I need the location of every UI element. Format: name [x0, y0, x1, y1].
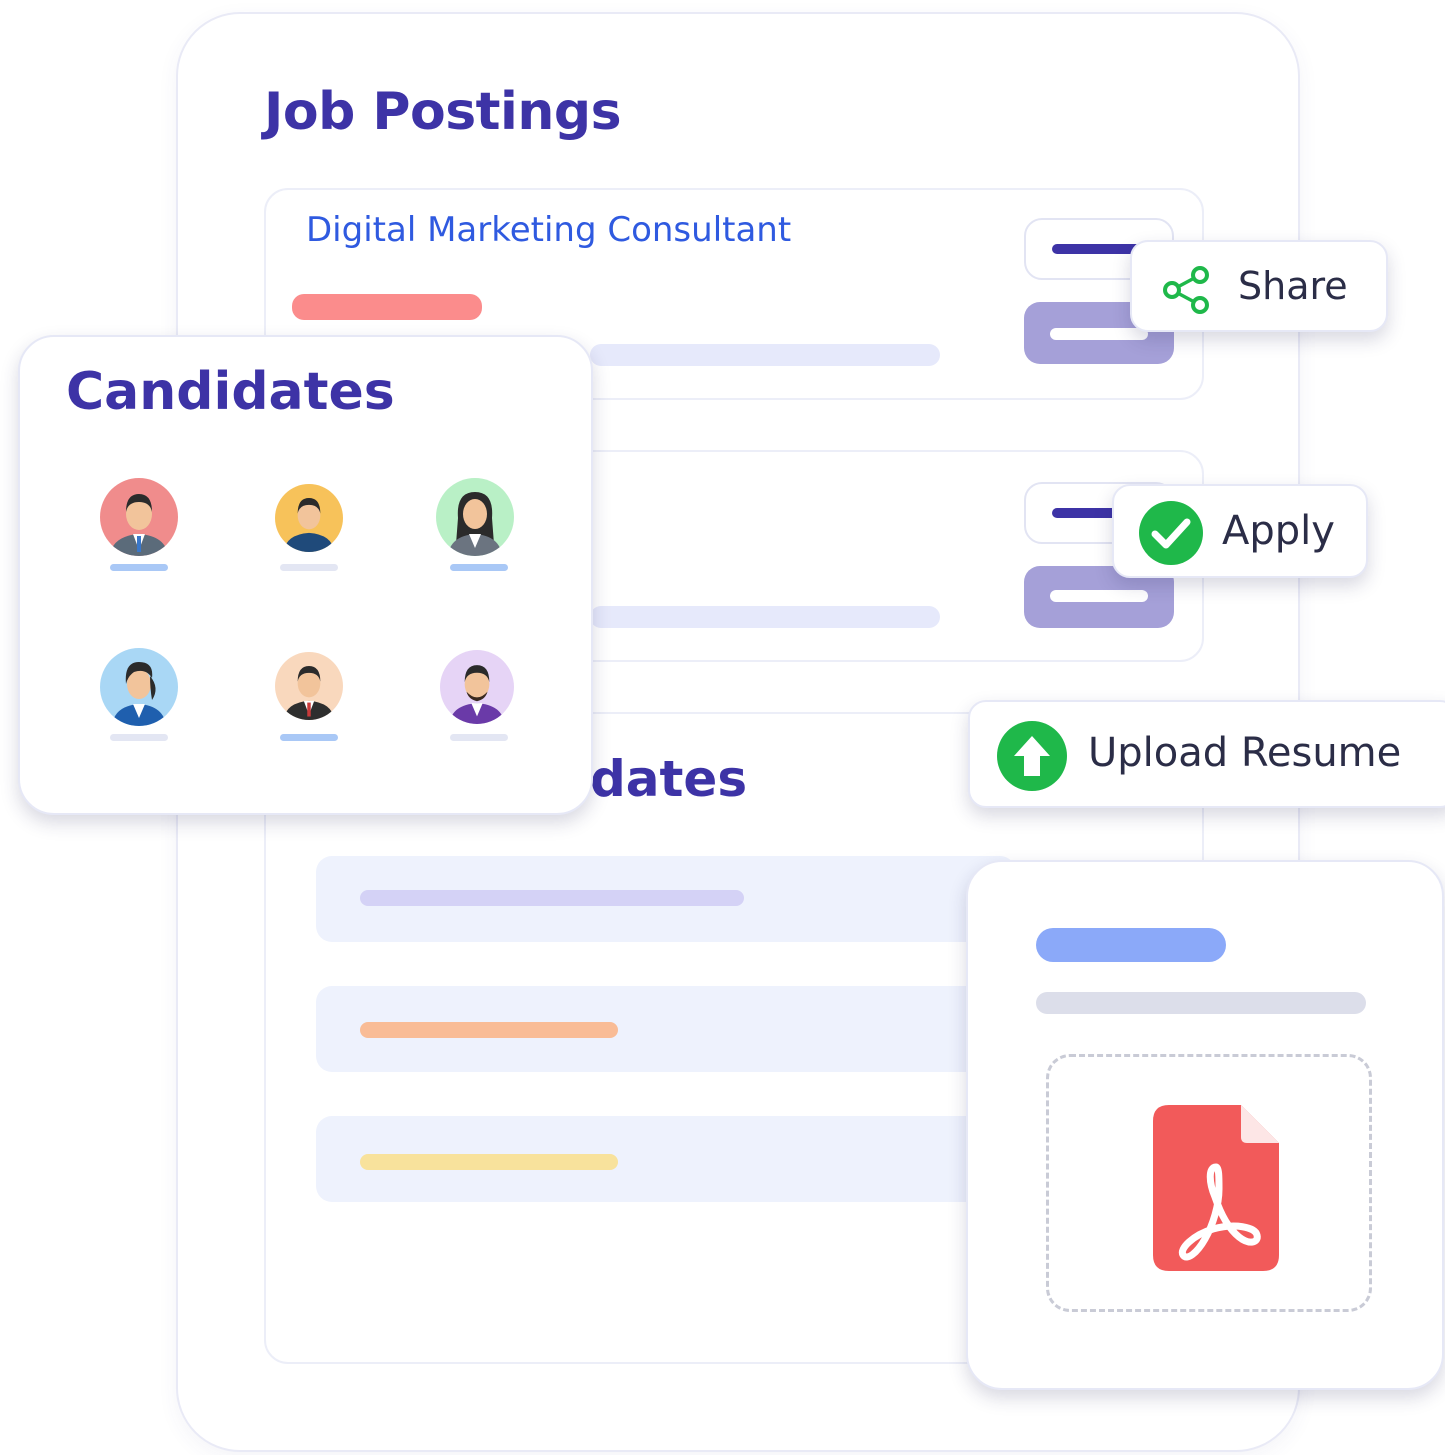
candidate-name-placeholder	[280, 734, 338, 741]
candidates-section-title: dates	[590, 750, 748, 808]
resume-subtitle-placeholder	[1036, 992, 1366, 1014]
candidate-avatar[interactable]	[275, 484, 343, 552]
resume-upload-card	[966, 860, 1444, 1390]
job-posting-title[interactable]: Digital Marketing Consultant	[306, 210, 791, 250]
candidate-row[interactable]	[316, 856, 1016, 942]
share-label: Share	[1238, 264, 1348, 308]
share-icon	[1160, 264, 1212, 316]
candidate-avatar[interactable]	[100, 478, 178, 556]
upload-resume-button[interactable]: Upload Resume	[968, 700, 1445, 808]
pdf-file-icon	[1153, 1105, 1279, 1271]
share-button[interactable]: Share	[1130, 240, 1388, 332]
resume-title-placeholder	[1036, 928, 1226, 962]
posting-tag-placeholder	[292, 294, 482, 320]
upload-resume-label: Upload Resume	[1088, 730, 1402, 776]
candidate-name-placeholder	[450, 564, 508, 571]
candidate-name-placeholder	[110, 734, 168, 741]
candidate-avatar[interactable]	[440, 650, 514, 724]
apply-button[interactable]: Apply	[1112, 484, 1368, 578]
candidates-title: Candidates	[66, 362, 395, 422]
page-title: Job Postings	[264, 82, 622, 142]
candidate-avatar[interactable]	[436, 478, 514, 556]
candidate-row[interactable]	[316, 1116, 1016, 1202]
candidate-name-placeholder	[280, 564, 338, 571]
posting-text-placeholder	[590, 344, 940, 366]
apply-label: Apply	[1222, 508, 1335, 554]
posting-text-placeholder	[590, 606, 940, 628]
upload-arrow-icon	[996, 720, 1068, 792]
candidate-name-placeholder	[450, 734, 508, 741]
candidate-name-placeholder	[110, 564, 168, 571]
candidate-avatar[interactable]	[100, 648, 178, 726]
candidate-avatar[interactable]	[275, 652, 343, 720]
candidate-row[interactable]	[316, 986, 1016, 1072]
checkmark-icon	[1138, 500, 1204, 566]
file-drop-zone[interactable]	[1046, 1054, 1372, 1312]
